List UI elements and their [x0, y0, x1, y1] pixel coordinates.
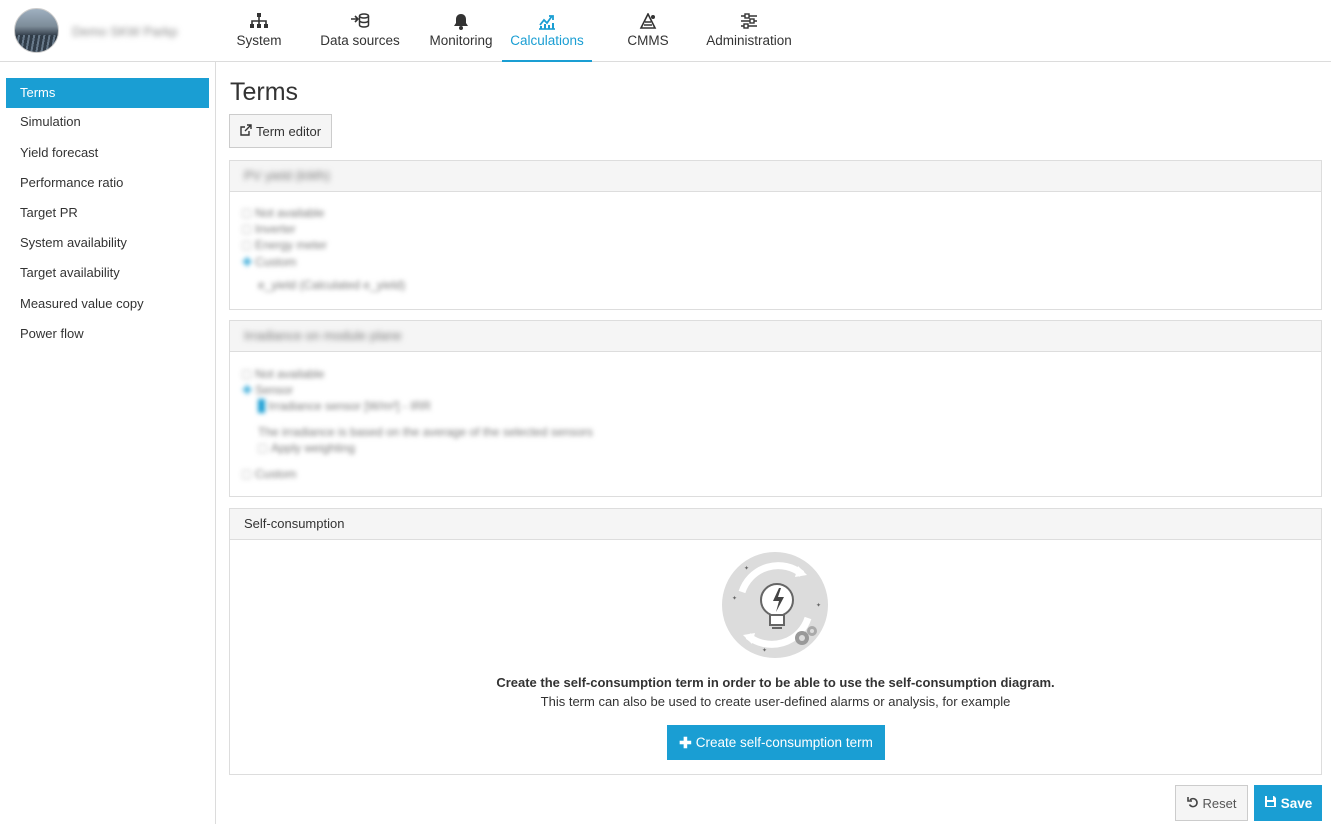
top-bar: Demo SKW Parkp System Data sources Monit… [0, 0, 1331, 62]
sidebar-item-system-availability[interactable]: System availability [6, 228, 209, 258]
panel-header: Self-consumption [230, 509, 1321, 540]
panel-title: Irradiance on module plane [244, 328, 402, 343]
term-editor-label: Term editor [256, 123, 322, 139]
save-button[interactable]: Save [1254, 785, 1322, 821]
self-consumption-subline: This term can also be used to create use… [540, 694, 1011, 709]
sitemap-icon [249, 11, 269, 31]
nav-administration[interactable]: Administration [704, 0, 794, 61]
create-label: Create self-consumption term [695, 735, 873, 750]
main-nav: System Data sources Monitoring Calculati… [218, 0, 794, 62]
svg-text:✦: ✦ [762, 647, 767, 654]
option-line[interactable]: Energy meter [242, 238, 327, 252]
option-line[interactable]: Not available [242, 206, 324, 220]
nav-system[interactable]: System [218, 0, 300, 61]
undo-icon [1186, 796, 1199, 811]
irradiance-panel: Irradiance on module plane Not available… [229, 320, 1322, 497]
panel-header: PV yield (kWh) [230, 161, 1321, 192]
formula-line: e_yield (Calculated e_yield) [258, 278, 406, 292]
reset-button[interactable]: Reset [1175, 785, 1248, 821]
sidebar-item-terms[interactable]: Terms [6, 78, 209, 108]
create-self-consumption-term-button[interactable]: ✚ Create self-consumption term [667, 725, 885, 760]
lightbulb-illustration-icon: ✦ ✦ ✦ ✦ [722, 552, 832, 662]
data-import-icon [350, 11, 370, 31]
self-consumption-headline: Create the self-consumption term in orde… [496, 675, 1055, 690]
account-avatar[interactable] [14, 8, 59, 53]
bell-icon [451, 11, 471, 31]
sidebar-item-simulation[interactable]: Simulation [6, 107, 209, 137]
self-consumption-panel: Self-consumption ✦ ✦ ✦ ✦ Create the self… [229, 508, 1322, 775]
svg-text:✦: ✦ [816, 602, 821, 609]
sliders-icon [739, 11, 759, 31]
nav-monitoring[interactable]: Monitoring [420, 0, 502, 61]
option-line[interactable]: ✚ Custom [242, 255, 296, 269]
external-link-icon [240, 123, 252, 139]
sensor-line[interactable]: ■ Irradiance sensor [W/m²] - IRR [258, 399, 431, 413]
info-line: The irradiance is based on the average o… [258, 425, 593, 439]
plus-icon: ✚ [679, 734, 692, 752]
nav-calculations[interactable]: Calculations [502, 0, 592, 62]
svg-text:✦: ✦ [744, 565, 749, 572]
sidebar-item-yield-forecast[interactable]: Yield forecast [6, 138, 209, 168]
svg-text:✦: ✦ [732, 595, 737, 602]
nav-label: CMMS [627, 33, 669, 48]
tools-icon [638, 11, 658, 31]
option-line[interactable]: Apply weighting [258, 441, 355, 455]
nav-label: Calculations [510, 33, 584, 48]
nav-label: Data sources [320, 33, 400, 48]
nav-label: Administration [706, 33, 792, 48]
account-name[interactable]: Demo SKW Parkp [72, 24, 177, 39]
reset-label: Reset [1202, 795, 1237, 811]
sidebar-item-target-pr[interactable]: Target PR [6, 198, 209, 228]
sidebar-item-power-flow[interactable]: Power flow [6, 319, 209, 349]
self-consumption-body: ✦ ✦ ✦ ✦ Create the self-consumption term… [230, 540, 1321, 774]
floppy-disk-icon [1264, 795, 1277, 811]
save-label: Save [1280, 795, 1313, 811]
option-line[interactable]: Inverter [242, 222, 296, 236]
option-line[interactable]: ✚ Sensor [242, 383, 293, 397]
nav-label: Monitoring [429, 33, 493, 48]
sidebar-item-measured-value-copy[interactable]: Measured value copy [6, 289, 209, 319]
sidebar-item-performance-ratio[interactable]: Performance ratio [6, 168, 209, 198]
nav-cmms[interactable]: CMMS [592, 0, 704, 61]
nav-data-sources[interactable]: Data sources [300, 0, 420, 61]
chart-line-icon [537, 11, 557, 31]
sidebar-item-target-availability[interactable]: Target availability [6, 258, 209, 288]
pv-yield-panel: PV yield (kWh) Not available Inverter En… [229, 160, 1322, 310]
nav-label: System [236, 33, 282, 48]
panel-header: Irradiance on module plane [230, 321, 1321, 352]
page-title: Terms [230, 78, 299, 106]
sidebar: Terms Simulation Yield forecast Performa… [0, 62, 216, 824]
term-editor-button[interactable]: Term editor [229, 114, 333, 148]
option-line[interactable]: Custom [242, 467, 296, 481]
panel-title: PV yield (kWh) [244, 168, 330, 183]
option-line[interactable]: Not available [242, 367, 324, 381]
